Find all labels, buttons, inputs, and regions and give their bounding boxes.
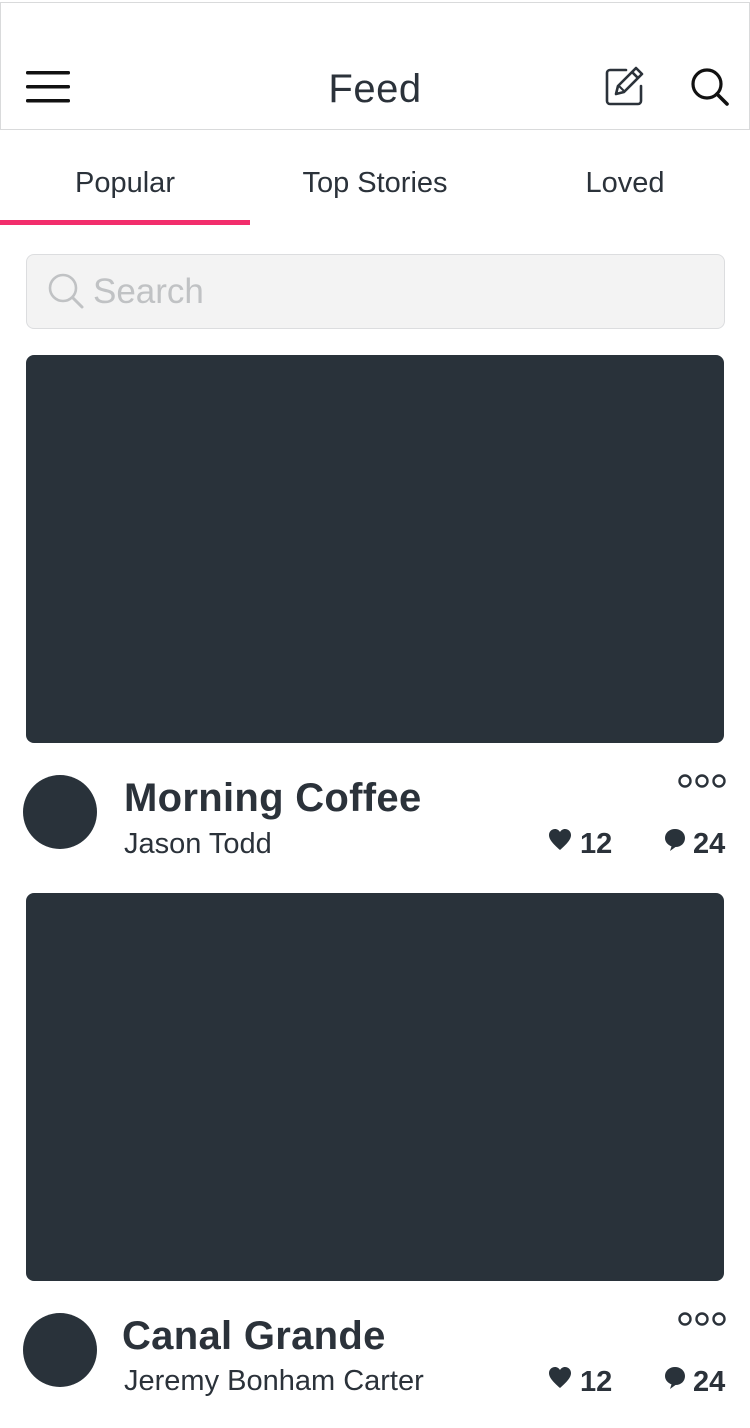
comments-count[interactable]: 24	[664, 828, 734, 864]
search-input[interactable]	[93, 267, 693, 317]
more-dots-icon	[678, 774, 726, 788]
likes-count-value: 12	[580, 1366, 613, 1398]
pencil-edit-icon	[605, 66, 644, 106]
tab-top-stories[interactable]: Top Stories	[250, 130, 500, 226]
heart-icon	[549, 829, 571, 850]
post-image[interactable]	[26, 893, 724, 1281]
post-title[interactable]: Morning Coffee	[124, 776, 422, 821]
comments-count-value: 24	[693, 1366, 726, 1398]
heart-icon	[549, 1367, 571, 1388]
post-author[interactable]: Jason Todd	[124, 828, 272, 861]
likes-count-value: 12	[580, 828, 613, 860]
search-icon	[691, 68, 729, 106]
search-bar	[26, 254, 725, 329]
search-icon	[48, 273, 84, 309]
comment-bubble-icon	[665, 829, 685, 851]
more-dots-icon	[678, 1312, 726, 1326]
more-options-button[interactable]	[676, 1310, 728, 1330]
search-button[interactable]	[689, 66, 731, 108]
tab-loved[interactable]: Loved	[500, 130, 750, 226]
comments-count[interactable]: 24	[664, 1366, 734, 1402]
avatar[interactable]	[23, 775, 97, 849]
post-image[interactable]	[26, 355, 724, 743]
app-header: Feed	[0, 2, 750, 130]
active-tab-indicator	[0, 220, 250, 225]
avatar[interactable]	[23, 1313, 97, 1387]
more-options-button[interactable]	[676, 772, 728, 792]
edit-button[interactable]	[602, 64, 646, 108]
likes-count[interactable]: 12	[548, 828, 618, 864]
post-title[interactable]: Canal Grande	[122, 1314, 386, 1359]
feed-tabs: Popular Top Stories Loved	[0, 130, 750, 226]
comment-bubble-icon	[665, 1367, 685, 1389]
comments-count-value: 24	[693, 828, 726, 860]
tab-popular[interactable]: Popular	[0, 130, 250, 226]
post-author[interactable]: Jeremy Bonham Carter	[124, 1365, 424, 1398]
likes-count[interactable]: 12	[548, 1366, 618, 1402]
